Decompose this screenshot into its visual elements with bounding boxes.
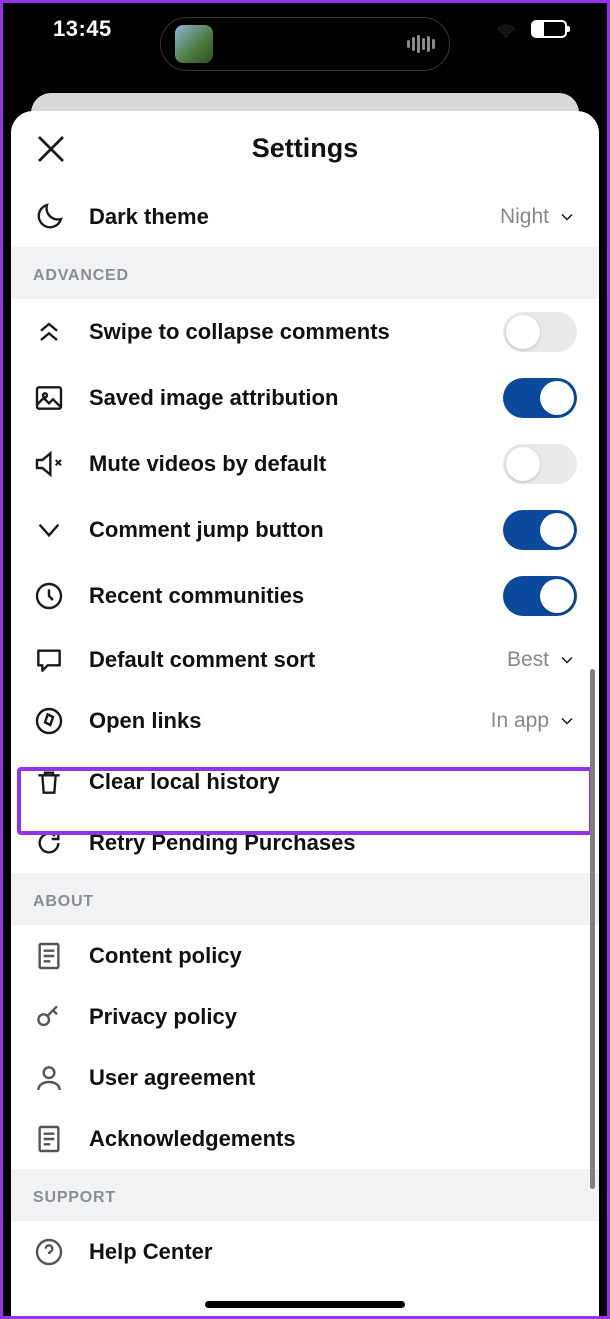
- home-indicator[interactable]: [205, 1301, 405, 1308]
- toggle-comment-jump[interactable]: [503, 510, 577, 550]
- row-privacy-policy[interactable]: Privacy policy: [11, 986, 599, 1047]
- row-label: User agreement: [89, 1065, 577, 1091]
- chevron-down-icon: [557, 711, 577, 731]
- row-label: Mute videos by default: [89, 451, 503, 477]
- scrollbar[interactable]: [590, 669, 595, 1189]
- status-time: 13:45: [53, 16, 112, 42]
- toggle-mute-videos[interactable]: [503, 444, 577, 484]
- chevron-down-icon: [33, 514, 65, 546]
- chevron-down-icon: [557, 207, 577, 227]
- row-label: Clear local history: [89, 769, 577, 795]
- row-label: Acknowledgements: [89, 1126, 577, 1152]
- row-help-center[interactable]: Help Center: [11, 1221, 599, 1282]
- row-label: Default comment sort: [89, 647, 507, 673]
- row-acknowledgements[interactable]: Acknowledgements: [11, 1108, 599, 1169]
- row-value: Best: [507, 648, 549, 672]
- compass-icon: [33, 705, 65, 737]
- settings-sheet: Settings Dark theme Night ADVANCED Swipe…: [11, 111, 599, 1316]
- row-label: Privacy policy: [89, 1004, 577, 1030]
- chevron-down-icon: [557, 650, 577, 670]
- close-button[interactable]: [33, 131, 69, 167]
- toggle-swipe-collapse[interactable]: [503, 312, 577, 352]
- row-label: Dark theme: [89, 204, 500, 230]
- audio-wave-icon: [407, 35, 435, 53]
- comment-icon: [33, 644, 65, 676]
- wifi-icon: [495, 18, 517, 40]
- refresh-icon: [33, 827, 65, 859]
- document-icon: [33, 940, 65, 972]
- row-value: In app: [491, 709, 549, 733]
- trash-icon: [33, 766, 65, 798]
- document-icon: [33, 1123, 65, 1155]
- row-mute-videos[interactable]: Mute videos by default: [11, 431, 599, 497]
- row-label: Content policy: [89, 943, 577, 969]
- section-support: SUPPORT: [11, 1169, 599, 1221]
- row-user-agreement[interactable]: User agreement: [11, 1047, 599, 1108]
- dynamic-island[interactable]: [160, 17, 450, 71]
- help-icon: [33, 1236, 65, 1268]
- row-clear-history[interactable]: Clear local history: [11, 751, 599, 812]
- row-label: Retry Pending Purchases: [89, 830, 577, 856]
- key-icon: [33, 1001, 65, 1033]
- row-comment-jump[interactable]: Comment jump button: [11, 497, 599, 563]
- row-label: Open links: [89, 708, 491, 734]
- row-value: Night: [500, 205, 549, 229]
- row-content-policy[interactable]: Content policy: [11, 925, 599, 986]
- row-dark-theme[interactable]: Dark theme Night: [11, 186, 599, 247]
- clock-icon: [33, 580, 65, 612]
- row-open-links[interactable]: Open links In app: [11, 690, 599, 751]
- close-icon: [33, 131, 69, 167]
- row-label: Recent communities: [89, 583, 503, 609]
- battery-icon: [531, 20, 567, 38]
- moon-icon: [33, 201, 65, 233]
- row-comment-sort[interactable]: Default comment sort Best: [11, 629, 599, 690]
- status-icons: [495, 18, 567, 40]
- double-chevron-up-icon: [33, 316, 65, 348]
- image-icon: [33, 382, 65, 414]
- row-label: Comment jump button: [89, 517, 503, 543]
- row-saved-attribution[interactable]: Saved image attribution: [11, 365, 599, 431]
- toggle-recent-communities[interactable]: [503, 576, 577, 616]
- row-label: Help Center: [89, 1239, 577, 1265]
- row-retry-purchases[interactable]: Retry Pending Purchases: [11, 812, 599, 873]
- person-icon: [33, 1062, 65, 1094]
- now-playing-icon: [175, 25, 213, 63]
- section-about: ABOUT: [11, 873, 599, 925]
- sheet-header: Settings: [11, 111, 599, 186]
- row-recent-communities[interactable]: Recent communities: [11, 563, 599, 629]
- toggle-saved-attribution[interactable]: [503, 378, 577, 418]
- row-label: Saved image attribution: [89, 385, 503, 411]
- row-swipe-collapse[interactable]: Swipe to collapse comments: [11, 299, 599, 365]
- section-advanced: ADVANCED: [11, 247, 599, 299]
- speaker-mute-icon: [33, 448, 65, 480]
- row-label: Swipe to collapse comments: [89, 319, 503, 345]
- page-title: Settings: [252, 133, 359, 164]
